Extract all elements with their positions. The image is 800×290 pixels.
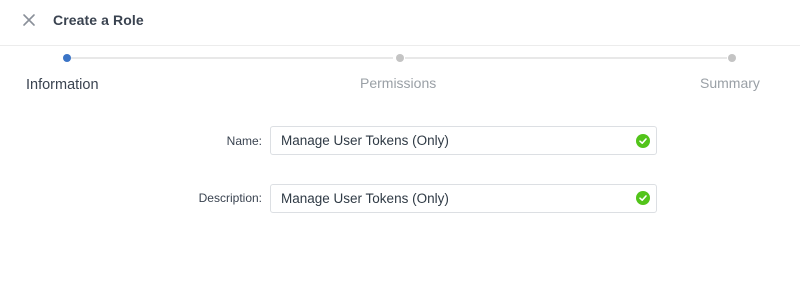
modal-title: Create a Role (53, 12, 144, 28)
step-dot-permissions (396, 54, 404, 62)
close-button[interactable] (20, 11, 38, 29)
step-permissions[interactable]: Permissions (360, 75, 436, 91)
description-field[interactable] (270, 184, 657, 213)
name-label: Name: (226, 134, 262, 148)
description-valid-icon (636, 191, 650, 205)
step-information[interactable]: Information (26, 77, 99, 93)
description-label: Description: (198, 191, 262, 205)
step-dot-summary (728, 54, 736, 62)
step-dot-information (63, 54, 71, 62)
wizard-stepper: Information Permissions Summary (0, 46, 800, 106)
close-icon (23, 14, 35, 26)
step-summary[interactable]: Summary (700, 75, 760, 91)
name-field[interactable] (270, 126, 657, 155)
step-connector (71, 57, 393, 59)
step-connector (405, 57, 727, 59)
name-valid-icon (636, 134, 650, 148)
modal-header: Create a Role (0, 0, 800, 46)
